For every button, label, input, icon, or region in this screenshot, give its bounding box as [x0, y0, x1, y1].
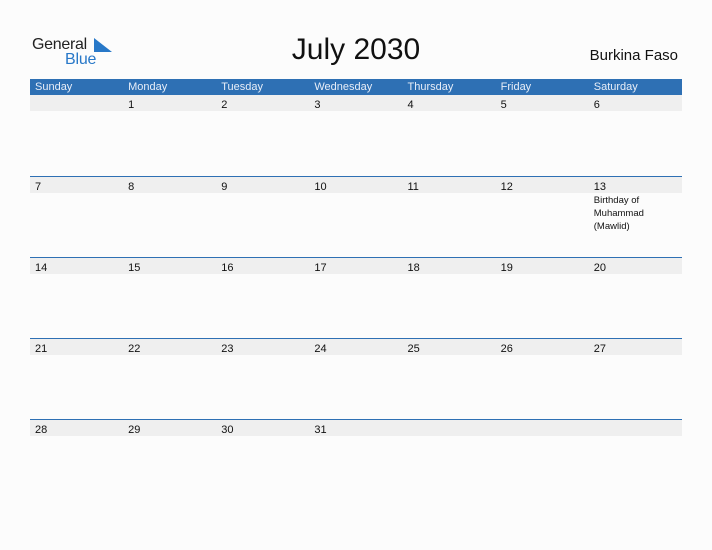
day-number: 13	[593, 181, 606, 193]
day-cell[interactable]: 26	[496, 339, 589, 355]
day-number: 1	[128, 99, 135, 111]
weekday-thursday: Thursday	[407, 81, 454, 93]
day-cell[interactable]	[589, 420, 682, 436]
day-cell[interactable]: 19	[496, 258, 589, 274]
day-number: 31	[314, 424, 327, 436]
day-number: 26	[500, 343, 513, 355]
day-number: 16	[221, 262, 234, 274]
day-cell[interactable]: 10	[309, 177, 402, 193]
date-band: 21 22 23 24 25 26 27	[30, 339, 682, 355]
day-cell[interactable]: 15	[123, 258, 216, 274]
day-number: 8	[128, 181, 135, 193]
day-cell[interactable]: 22	[123, 339, 216, 355]
day-cell[interactable]: 30	[216, 420, 309, 436]
week-row: 7 8 9 10 11 12 13 Birthday of Muhammad (Mawlid)	[30, 176, 682, 257]
day-number: 10	[314, 181, 327, 193]
day-cell[interactable]: 25	[403, 339, 496, 355]
day-number: 18	[407, 262, 420, 274]
weekday-friday: Friday	[500, 81, 532, 93]
day-cell[interactable]	[403, 420, 496, 436]
day-number: 5	[500, 99, 507, 111]
weekday-header: Sunday Monday Tuesday Wednesday Thursday…	[30, 79, 682, 95]
day-cell[interactable]: 28	[30, 420, 123, 436]
weekday-monday: Monday	[128, 81, 168, 93]
day-cell[interactable]	[30, 95, 123, 111]
country-label: Burkina Faso	[589, 47, 678, 64]
day-cell[interactable]: 21	[30, 339, 123, 355]
day-number: 7	[35, 181, 42, 193]
date-band: 14 15 16 17 18 19 20	[30, 258, 682, 274]
date-band: 7 8 9 10 11 12 13 Birthday of Muhammad (Mawlid)	[30, 177, 682, 232]
holiday-event: Birthday of Muhammad (Mawlid)	[593, 195, 644, 232]
day-cell[interactable]: 27	[589, 339, 682, 355]
date-band: 1 2 3 4 5 6	[30, 95, 682, 111]
day-cell[interactable]: 9	[216, 177, 309, 193]
day-cell[interactable]: 24	[309, 339, 402, 355]
weekday-saturday: Saturday	[593, 81, 638, 93]
day-number: 3	[314, 99, 321, 111]
day-cell[interactable]: 8	[123, 177, 216, 193]
day-number: 17	[314, 262, 327, 274]
day-number: 25	[407, 343, 420, 355]
weekday-tuesday: Tuesday	[221, 81, 264, 93]
day-number: 27	[593, 343, 606, 355]
day-cell[interactable]: 29	[123, 420, 216, 436]
day-cell[interactable]: 3	[309, 95, 402, 111]
day-number: 21	[35, 343, 48, 355]
day-cell[interactable]: 12	[496, 177, 589, 193]
day-cell[interactable]: 16	[216, 258, 309, 274]
day-cell[interactable]	[496, 420, 589, 436]
weekday-sunday: Sunday	[35, 81, 73, 93]
day-number: 4	[407, 99, 414, 111]
week-row: 1 2 3 4 5 6	[30, 95, 682, 176]
day-cell[interactable]: 13 Birthday of Muhammad (Mawlid)	[589, 177, 682, 232]
day-cell[interactable]: 14	[30, 258, 123, 274]
day-number: 11	[407, 181, 419, 193]
day-cell[interactable]: 4	[403, 95, 496, 111]
day-number: 19	[500, 262, 513, 274]
day-cell[interactable]: 11	[403, 177, 496, 193]
day-number: 12	[500, 181, 513, 193]
day-cell[interactable]: 31	[309, 420, 402, 436]
day-cell[interactable]: 1	[123, 95, 216, 111]
day-cell[interactable]: 2	[216, 95, 309, 111]
day-cell[interactable]: 17	[309, 258, 402, 274]
day-cell[interactable]: 23	[216, 339, 309, 355]
day-cell[interactable]: 7	[30, 177, 123, 193]
day-cell[interactable]: 5	[496, 95, 589, 111]
week-row: 14 15 16 17 18 19 20	[30, 257, 682, 338]
day-number: 15	[128, 262, 141, 274]
date-band: 28 29 30 31	[30, 420, 682, 436]
day-number: 6	[593, 99, 600, 111]
day-number: 2	[221, 99, 228, 111]
day-number: 9	[221, 181, 228, 193]
day-number: 28	[35, 424, 48, 436]
day-cell[interactable]: 18	[403, 258, 496, 274]
day-number: 24	[314, 343, 327, 355]
day-number: 23	[221, 343, 234, 355]
day-number: 29	[128, 424, 141, 436]
day-number: 20	[593, 262, 606, 274]
day-number: 30	[221, 424, 234, 436]
weekday-wednesday: Wednesday	[314, 81, 373, 93]
week-row: 21 22 23 24 25 26 27	[30, 338, 682, 419]
day-cell[interactable]: 6	[589, 95, 682, 111]
day-number: 22	[128, 343, 141, 355]
day-cell[interactable]: 20	[589, 258, 682, 274]
day-number: 14	[35, 262, 48, 274]
week-row: 28 29 30 31	[30, 419, 682, 500]
calendar-grid: Sunday Monday Tuesday Wednesday Thursday…	[30, 79, 682, 500]
